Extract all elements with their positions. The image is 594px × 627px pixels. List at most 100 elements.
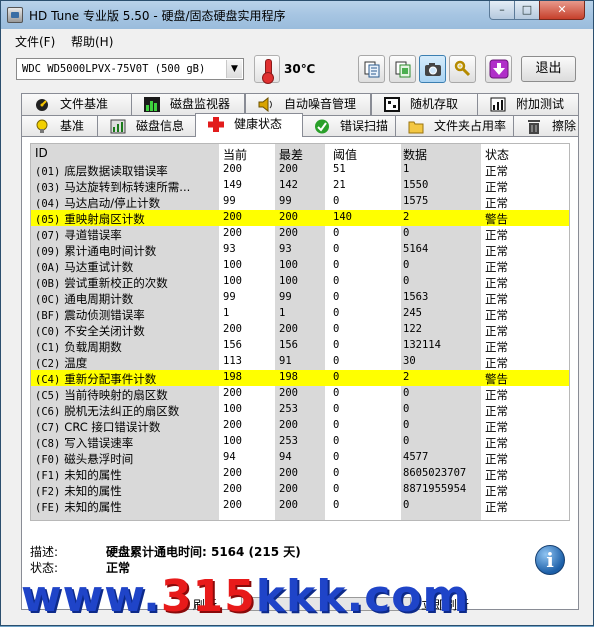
save-button[interactable]: [485, 55, 512, 83]
worst-cell: 200: [279, 499, 298, 511]
file-benchmark-icon: [36, 99, 48, 111]
title-bar[interactable]: HD Tune 专业版 5.50 - 硬盘/固态硬盘实用程序 – □ ✕: [1, 1, 593, 29]
table-row[interactable]: (C1) 负载周期数 156 156 0 132114 正常: [31, 338, 569, 354]
tab-error-scan[interactable]: 错误扫描: [301, 115, 397, 137]
table-row[interactable]: (C2) 温度 113 91 0 30 正常: [31, 354, 569, 370]
header-current[interactable]: 当前: [223, 146, 247, 163]
attribute-id-cell: (F1) 未知的属性: [35, 467, 219, 483]
lightbulb-icon: [36, 119, 48, 133]
worst-cell: 253: [279, 435, 298, 447]
tab-health[interactable]: 健康状态: [195, 113, 303, 137]
minimize-button[interactable]: –: [489, 1, 515, 20]
table-row[interactable]: (C6) 脱机无法纠正的扇区数 100 253 0 0 正常: [31, 402, 569, 418]
attribute-code: (C8): [35, 438, 61, 450]
threshold-cell: 0: [333, 499, 340, 511]
current-cell: 149: [223, 179, 242, 191]
worst-cell: 99: [279, 291, 292, 303]
data-cell: 2: [403, 211, 410, 223]
disk-monitor-icon: [144, 97, 160, 112]
watermark-suffix: kkk.com: [255, 571, 470, 622]
drive-select[interactable]: WDC WD5000LPVX-75V0T (500 gB) ▼: [16, 58, 244, 80]
status-cell: 正常: [485, 356, 508, 370]
status-cell: 正常: [485, 404, 508, 418]
attribute-name: 马达重试计数: [64, 260, 134, 274]
table-row[interactable]: (C8) 写入错误速率 100 253 0 0 正常: [31, 434, 569, 450]
table-row[interactable]: (0C) 通电周期计数 99 99 0 1563 正常: [31, 290, 569, 307]
table-row[interactable]: (0B) 尝试重新校正的次数 100 100 0 0 正常: [31, 274, 569, 290]
table-row[interactable]: (05) 重映射扇区计数 200 200 140 2 警告: [31, 210, 569, 226]
table-row[interactable]: (0A) 马达重试计数 100 100 0 0 正常: [31, 258, 569, 274]
maximize-button[interactable]: □: [514, 1, 540, 20]
table-row[interactable]: (C4) 重新分配事件计数 198 198 0 2 警告: [31, 370, 569, 386]
attribute-code: (C6): [35, 406, 61, 418]
table-row[interactable]: (BF) 震动侦测错误率 1 1 0 245 正常: [31, 306, 569, 322]
table-row[interactable]: (01) 底层数据读取错误率 200 200 51 1 正常: [31, 162, 569, 178]
tab-file-benchmark[interactable]: 文件基准: [21, 93, 135, 115]
tab-erase[interactable]: 擦除: [513, 115, 579, 137]
status-cell: 正常: [485, 452, 508, 466]
attribute-name: 震动侦测错误率: [64, 308, 145, 322]
attribute-id-cell: (FE) 未知的属性: [35, 499, 219, 515]
status-cell: 正常: [485, 244, 508, 258]
exit-button[interactable]: 退出: [521, 56, 576, 82]
current-cell: 200: [223, 211, 242, 223]
copy-screenshot-button[interactable]: [389, 55, 416, 83]
chevron-down-icon[interactable]: ▼: [226, 60, 242, 78]
worst-cell: 99: [279, 195, 292, 207]
attribute-name: 马达旋转到标转速所需...: [64, 180, 191, 194]
tab-disk-info[interactable]: 磁盘信息: [97, 115, 197, 137]
header-data[interactable]: 数据: [403, 146, 427, 163]
tab-random-access[interactable]: 随机存取: [371, 93, 481, 115]
table-row[interactable]: (C0) 不安全关闭计数 200 200 0 122 正常: [31, 322, 569, 338]
threshold-cell: 0: [333, 355, 340, 367]
menu-file[interactable]: 文件(F): [15, 33, 55, 50]
menu-help[interactable]: 帮助(H): [71, 33, 113, 50]
table-row[interactable]: (F0) 磁头悬浮时间 94 94 0 4577 正常: [31, 450, 569, 466]
threshold-cell: 0: [333, 243, 340, 255]
current-cell: 200: [223, 499, 242, 511]
smart-table[interactable]: ID 当前 最差 阈值 数据 状态 (01) 底层数据读取错误率 200 200 51 1…: [30, 143, 570, 521]
table-row[interactable]: (07) 寻道错误率 200 200 0 0 正常: [31, 226, 569, 242]
current-cell: 99: [223, 195, 236, 207]
options-button[interactable]: [449, 55, 476, 83]
data-cell: 0: [403, 227, 410, 239]
status-cell: 正常: [485, 500, 508, 514]
description-label: 描述:: [30, 545, 59, 559]
table-row[interactable]: (C7) CRC 接口错误计数 200 200 0 0 正常: [31, 418, 569, 434]
table-row[interactable]: (03) 马达旋转到标转速所需... 149 142 21 1550 正常: [31, 178, 569, 194]
worst-cell: 198: [279, 371, 298, 383]
tab-benchmark[interactable]: 基准: [21, 115, 99, 137]
current-cell: 100: [223, 435, 242, 447]
attribute-code: (0C): [35, 294, 61, 306]
threshold-cell: 0: [333, 387, 340, 399]
status-cell: 正常: [485, 340, 508, 354]
table-row[interactable]: (C5) 当前待映射的扇区数 200 200 0 0 正常: [31, 386, 569, 402]
attribute-id-cell: (F2) 未知的属性: [35, 483, 219, 499]
current-cell: 94: [223, 451, 236, 463]
worst-cell: 200: [279, 323, 298, 335]
attribute-name: 未知的属性: [64, 484, 122, 498]
close-button[interactable]: ✕: [539, 1, 585, 20]
tab-disk-monitor[interactable]: 磁盘监视器: [131, 93, 245, 115]
table-header: ID 当前 最差 阈值 数据 状态: [31, 144, 569, 163]
copy-text-button[interactable]: [358, 55, 385, 83]
current-cell: 200: [223, 323, 242, 335]
header-worst[interactable]: 最差: [279, 146, 303, 163]
tab-label: 健康状态: [234, 117, 283, 131]
screenshot-button[interactable]: [419, 55, 446, 83]
table-row[interactable]: (09) 累计通电时间计数 93 93 0 5164 正常: [31, 242, 569, 258]
threshold-cell: 140: [333, 211, 352, 223]
tab-extra-tests[interactable]: 附加测试: [477, 93, 579, 115]
tab-noise-management[interactable]: 自动噪音管理: [245, 93, 371, 115]
tab-folder-usage[interactable]: 文件夹占用率: [395, 115, 515, 137]
header-status[interactable]: 状态: [485, 146, 509, 163]
attribute-code: (07): [35, 230, 61, 242]
worst-cell: 1: [279, 307, 286, 319]
table-row[interactable]: (FE) 未知的属性 200 200 0 0 正常: [31, 498, 569, 515]
header-id[interactable]: ID: [35, 146, 219, 160]
table-row[interactable]: (F1) 未知的属性 200 200 0 8605023707 正常: [31, 466, 569, 483]
header-threshold[interactable]: 阈值: [333, 146, 357, 163]
attribute-id-cell: (0C) 通电周期计数: [35, 291, 219, 307]
table-row[interactable]: (F2) 未知的属性 200 200 0 8871955954 正常: [31, 482, 569, 499]
table-row[interactable]: (04) 马达启动/停止计数 99 99 0 1575 正常: [31, 194, 569, 210]
